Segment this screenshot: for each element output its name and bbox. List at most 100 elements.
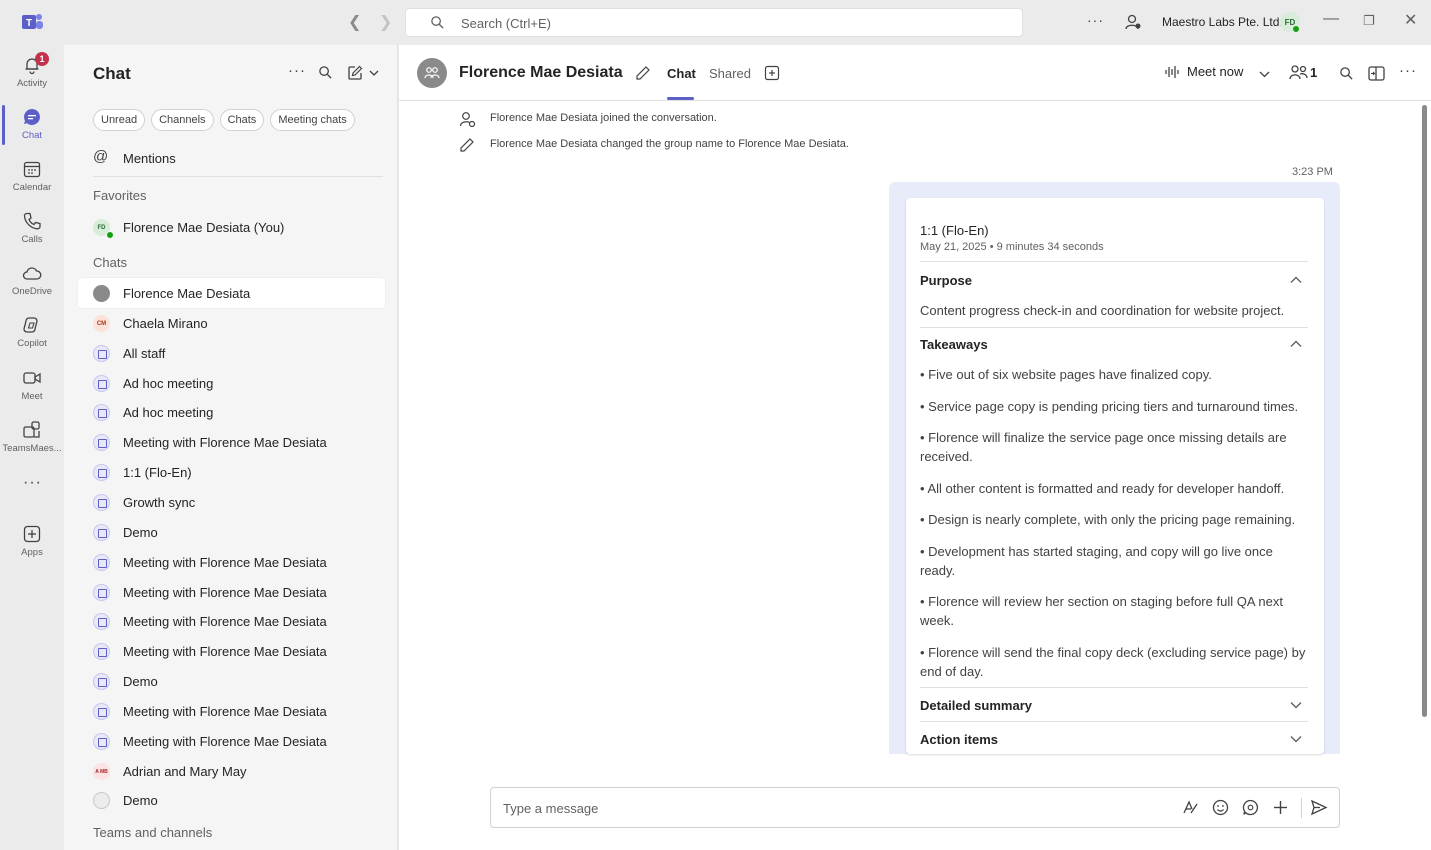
chat-list-item[interactable]: All staff [78, 338, 385, 368]
chat-list-item[interactable]: Ad hoc meeting [78, 368, 385, 398]
rail-item-calendar[interactable]: Calendar [0, 153, 64, 203]
rail-item-apps[interactable]: Apps [0, 518, 64, 568]
svg-text:T: T [26, 18, 32, 29]
group-avatar[interactable] [417, 58, 447, 88]
account-settings-icon[interactable] [1124, 13, 1142, 31]
divider [1301, 798, 1302, 818]
rail-item-copilot[interactable]: Copilot [0, 309, 64, 359]
chat-list-item[interactable]: Meeting with Florence Mae Desiata [78, 547, 385, 577]
emoji-icon[interactable] [1212, 799, 1229, 816]
takeaway-item: • Florence will send the final copy deck… [920, 645, 1306, 679]
purpose-header[interactable]: Purpose [920, 273, 972, 288]
rail-item-chat[interactable]: Chat [0, 101, 64, 151]
message-compose-box[interactable]: Type a message [490, 787, 1340, 828]
chat-name: Chaela Mirano [123, 316, 208, 331]
close-icon[interactable]: ✕ [1404, 10, 1417, 30]
pencil-icon [460, 138, 474, 152]
rail-item-meet[interactable]: Meet [0, 362, 64, 412]
teams-channels-header[interactable]: Teams and channels [93, 825, 212, 840]
chat-list-item[interactable]: Meeting with Florence Mae Desiata [78, 427, 385, 457]
chat-list-item[interactable]: Demo [78, 785, 385, 815]
action-items-header[interactable]: Action items [920, 732, 998, 747]
meeting-chat-icon [93, 733, 110, 750]
tab-chat[interactable]: Chat [667, 66, 696, 81]
chat-name: 1:1 (Flo-En) [123, 465, 192, 480]
edit-name-icon[interactable] [635, 65, 651, 81]
chat-list-item[interactable]: Growth sync [78, 487, 385, 517]
chat-list-item[interactable]: Florence Mae Desiata [78, 278, 385, 308]
participants-icon[interactable] [1289, 64, 1309, 80]
chevron-up-icon[interactable] [1290, 276, 1302, 284]
new-chat-icon[interactable] [347, 65, 363, 81]
meeting-chat-icon [93, 703, 110, 720]
divider [920, 721, 1308, 722]
chat-list-item[interactable]: Meeting with Florence Mae Desiata [78, 577, 385, 607]
plus-icon[interactable] [1272, 799, 1289, 816]
back-arrow-icon[interactable]: ❮ [348, 12, 361, 32]
rail-item-onedrive[interactable]: OneDrive [0, 257, 64, 307]
add-tab-icon[interactable] [764, 65, 780, 81]
chat-name: Meeting with Florence Mae Desiata [123, 614, 327, 629]
search-input[interactable]: Search (Ctrl+E) [405, 8, 1023, 37]
favorite-item[interactable]: FD Florence Mae Desiata (You) [78, 212, 385, 242]
more-options-icon[interactable]: ··· [288, 62, 306, 79]
format-icon[interactable] [1182, 799, 1199, 816]
forward-arrow-icon[interactable]: ❯ [379, 12, 392, 32]
filter-search-icon[interactable] [318, 65, 333, 80]
participant-count[interactable]: 1 [1310, 65, 1317, 80]
chat-list-item[interactable]: Meeting with Florence Mae Desiata [78, 696, 385, 726]
send-icon[interactable] [1310, 799, 1328, 816]
chat-list-item[interactable]: Demo [78, 517, 385, 547]
detailed-summary-header[interactable]: Detailed summary [920, 698, 1032, 713]
chat-list-item[interactable]: Meeting with Florence Mae Desiata [78, 636, 385, 666]
chat-name: Meeting with Florence Mae Desiata [123, 585, 327, 600]
meet-now-button[interactable]: Meet now [1187, 64, 1243, 79]
system-message: Florence Mae Desiata joined the conversa… [490, 112, 717, 124]
chevron-down-icon[interactable] [1259, 70, 1270, 78]
chevron-down-icon[interactable] [369, 69, 379, 77]
organization-name[interactable]: Maestro Labs Pte. Ltd. [1162, 15, 1283, 29]
chat-list-item[interactable]: Ad hoc meeting [78, 397, 385, 427]
chat-list-item[interactable]: CM Chaela Mirano [78, 308, 385, 338]
favorite-name: Florence Mae Desiata (You) [123, 220, 285, 235]
search-icon[interactable] [1339, 66, 1354, 81]
scrollbar[interactable] [1422, 105, 1427, 717]
divider [920, 687, 1308, 688]
rail-item-teamsmaes[interactable]: TeamsMaes... [0, 414, 64, 464]
chats-header[interactable]: Chats [93, 255, 127, 270]
rail-item-activity[interactable]: 1 Activity [0, 49, 64, 99]
more-apps-button[interactable]: ··· [0, 472, 64, 502]
filter-chip-unread[interactable]: Unread [93, 109, 146, 131]
takeaway-item: • Florence will review her section on st… [920, 594, 1283, 628]
chevron-up-icon[interactable] [1290, 340, 1302, 348]
takeaway-item: • Florence will finalize the service pag… [920, 430, 1287, 464]
mentions-item[interactable]: @ Mentions [78, 143, 385, 173]
chevron-down-icon[interactable] [1290, 735, 1302, 743]
favorites-header[interactable]: Favorites [93, 188, 146, 203]
popout-icon[interactable] [1368, 66, 1385, 81]
conversation-header: Florence Mae Desiata Chat Shared Meet no… [399, 45, 1431, 101]
tab-shared[interactable]: Shared [709, 66, 751, 81]
mentions-label: Mentions [123, 151, 176, 166]
chat-list-item[interactable]: 1:1 (Flo-En) [78, 457, 385, 487]
chat-name: All staff [123, 346, 166, 361]
takeaways-header[interactable]: Takeaways [920, 337, 988, 352]
filter-chip-meeting-chats[interactable]: Meeting chats [270, 109, 355, 131]
rail-item-calls[interactable]: Calls [0, 205, 64, 255]
chat-list-item[interactable]: Meeting with Florence Mae Desiata [78, 606, 385, 636]
recap-title[interactable]: 1:1 (Flo-En) [920, 223, 989, 238]
meeting-chat-icon [93, 404, 110, 421]
chevron-down-icon[interactable] [1290, 701, 1302, 709]
minimize-icon[interactable]: — [1323, 10, 1339, 28]
chat-list-item[interactable]: A MB Adrian and Mary May [78, 756, 385, 786]
filter-chip-chats[interactable]: Chats [219, 109, 265, 131]
rail-label: Chat [21, 130, 43, 141]
restore-icon[interactable]: ❐ [1363, 13, 1375, 29]
loop-icon[interactable] [1242, 799, 1259, 816]
chat-list-item[interactable]: Meeting with Florence Mae Desiata [78, 726, 385, 756]
more-options-icon[interactable]: ··· [1399, 62, 1417, 79]
avatar: CM [93, 315, 110, 332]
filter-chip-channels[interactable]: Channels [151, 109, 214, 131]
more-options-icon[interactable]: ··· [1087, 12, 1104, 28]
chat-list-item[interactable]: Demo [78, 666, 385, 696]
